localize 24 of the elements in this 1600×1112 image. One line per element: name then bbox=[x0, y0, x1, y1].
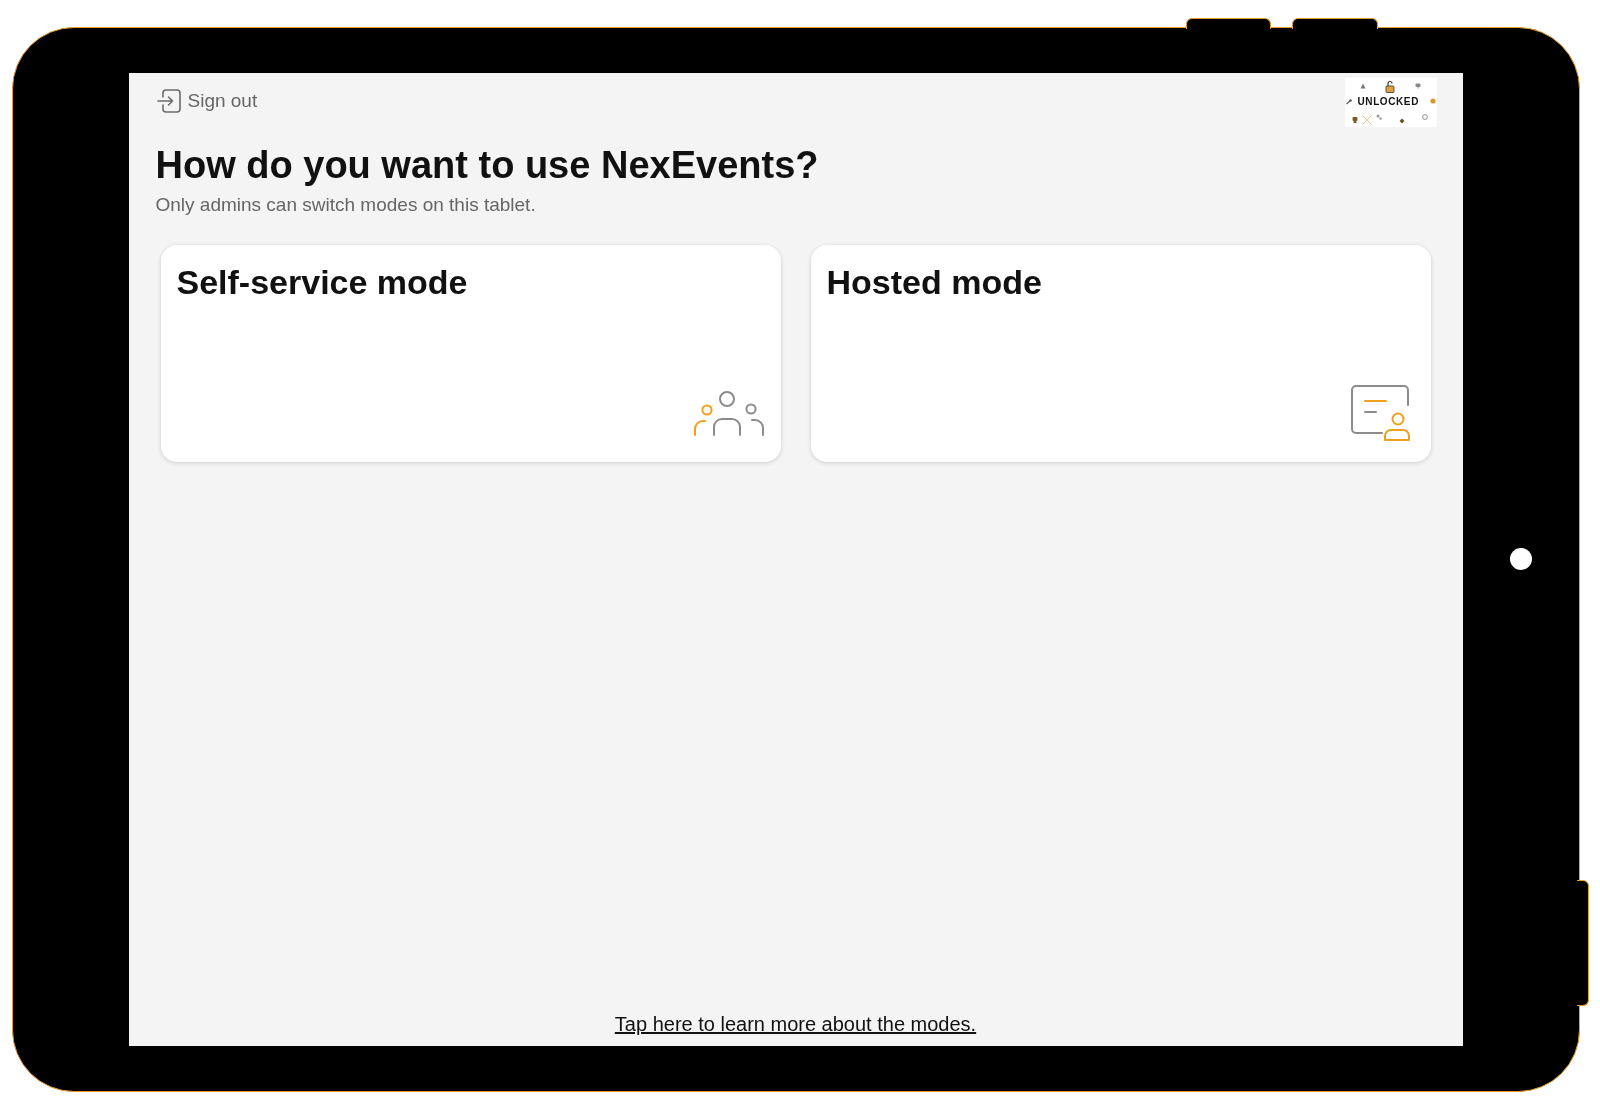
status-label: UNLOCKED bbox=[1357, 94, 1419, 108]
hardware-button[interactable] bbox=[1577, 879, 1589, 1006]
group-icon bbox=[692, 388, 765, 437]
mode-card[interactable]: Hosted mode bbox=[810, 244, 1431, 462]
doodle-icon bbox=[1375, 113, 1382, 120]
doodle-icon bbox=[1414, 82, 1421, 89]
doodle-icon bbox=[1345, 98, 1352, 105]
sign-out-icon bbox=[156, 88, 181, 113]
page-title: How do you want to use NexEvents? bbox=[155, 142, 819, 188]
page-subtitle: Only admins can switch modes on this tablet. bbox=[155, 192, 536, 216]
doodle-icon bbox=[1359, 82, 1366, 89]
hardware-button[interactable] bbox=[1185, 17, 1271, 29]
cross-icon bbox=[1361, 114, 1372, 125]
doodle-icon bbox=[1398, 117, 1405, 124]
doodle-icon bbox=[1429, 97, 1436, 104]
mode-card[interactable]: Self-service mode bbox=[160, 244, 781, 462]
sign-out-button[interactable]: Sign out bbox=[156, 87, 258, 114]
learn-more-link[interactable]: Tap here to learn more about the modes. bbox=[614, 1011, 977, 1036]
dot-icon bbox=[1509, 547, 1532, 570]
doodle-icon bbox=[1421, 113, 1428, 120]
hardware-button[interactable] bbox=[1291, 17, 1378, 29]
id-card-icon bbox=[1349, 383, 1412, 442]
doodle-icon bbox=[1351, 116, 1358, 123]
padlock-icon bbox=[1384, 79, 1395, 93]
